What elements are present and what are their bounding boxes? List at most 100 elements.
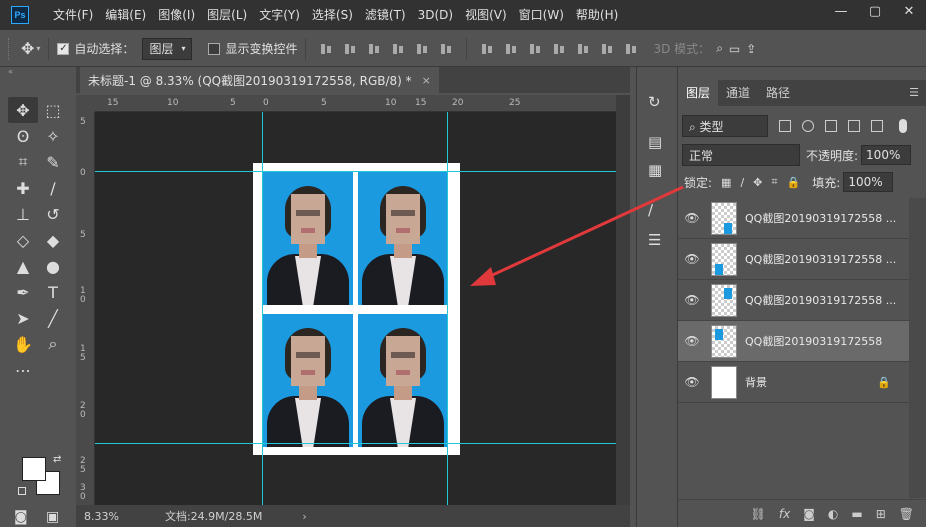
menu-edit[interactable]: 编辑(E) [99, 0, 152, 30]
trash-icon[interactable]: 🗑 [899, 507, 914, 521]
menu-image[interactable]: 图像(I) [152, 0, 201, 30]
menu-window[interactable]: 窗口(W) [513, 0, 570, 30]
magic-wand-tool-icon[interactable]: ✧ [38, 123, 68, 149]
lasso-tool-icon[interactable]: ʘ [8, 123, 38, 149]
lock-image-icon[interactable]: ∕ [740, 176, 744, 189]
menu-select[interactable]: 选择(S) [306, 0, 359, 30]
document-tab[interactable]: 未标题-1 @ 8.33% (QQ截图20190319172558, RGB/8… [80, 67, 439, 93]
layer-filter-dropdown[interactable]: ⌕ 类型 [682, 115, 768, 137]
minimize-button[interactable]: — [824, 0, 858, 22]
workspace-icon[interactable]: ▭ [729, 42, 740, 56]
filter-type-icon[interactable] [825, 120, 837, 132]
show-transform-checkbox[interactable] [208, 42, 221, 55]
eraser-tool-icon[interactable]: ◇ [8, 227, 38, 253]
fx-icon[interactable]: fx [779, 507, 790, 521]
filter-pixel-icon[interactable] [779, 120, 791, 132]
adjustment-icon[interactable]: ◐ [828, 507, 838, 521]
align-right-icon[interactable] [439, 42, 453, 56]
tool-preset-caret-icon[interactable]: ▾ [36, 44, 40, 53]
menu-3d[interactable]: 3D(D) [412, 0, 459, 30]
blend-mode-dropdown[interactable]: 正常 [682, 144, 800, 166]
hand-tool-icon[interactable]: ✋ [8, 331, 38, 357]
options-grip[interactable] [8, 37, 11, 60]
search-icon[interactable]: ⌕ [716, 41, 723, 56]
zoom-level[interactable]: 8.33% [84, 510, 119, 523]
canvas-scrollbar[interactable] [616, 95, 630, 505]
lock-all-icon[interactable]: 🔒 [787, 176, 801, 189]
menu-filter[interactable]: 滤镜(T) [359, 0, 412, 30]
filter-toggle-switch[interactable] [899, 119, 907, 133]
eye-icon[interactable]: 👁 [678, 375, 706, 389]
lock-transparency-icon[interactable]: ▦ [721, 176, 731, 189]
move-tool-icon[interactable]: ✥ [21, 39, 34, 58]
layers-scrollbar[interactable] [909, 198, 926, 498]
distribute-bottom-icon[interactable] [528, 42, 542, 56]
fill-input[interactable]: 100% [843, 172, 894, 192]
layer-row[interactable]: 👁 QQ截图20190319172558 ... [678, 198, 909, 239]
mask-icon[interactable]: ◙ [803, 507, 815, 521]
link-icon[interactable]: ⛓ [751, 507, 766, 521]
close-window-button[interactable]: ✕ [892, 0, 926, 22]
foreground-color-swatch[interactable] [22, 457, 46, 481]
align-bottom-icon[interactable] [367, 42, 381, 56]
zoom-tool-icon[interactable]: ⌕ [38, 331, 68, 357]
layer-row-selected[interactable]: 👁 QQ截图20190319172558 [678, 321, 909, 362]
layer-row[interactable]: 👁 QQ截图20190319172558 ... [678, 239, 909, 280]
menu-layer[interactable]: 图层(L) [201, 0, 253, 30]
panel-menu-icon[interactable]: ☰ [909, 86, 919, 99]
status-menu-arrow-icon[interactable]: › [302, 510, 306, 523]
folder-icon[interactable]: ▬ [851, 507, 862, 521]
filter-smart-object-icon[interactable] [871, 120, 883, 132]
share-icon[interactable]: ⇪ [746, 42, 756, 56]
healing-brush-tool-icon[interactable]: ✚ [8, 175, 38, 201]
guide-horizontal[interactable] [95, 443, 616, 444]
quick-mask-icon[interactable]: ◙ [14, 509, 28, 525]
move-tool-icon[interactable]: ✥ [8, 97, 38, 123]
tab-paths[interactable]: 路径 [758, 80, 798, 106]
vertical-ruler[interactable]: 5 0 5 1 0 1 5 2 0 2 5 3 0 [76, 112, 95, 505]
brush-tool-icon[interactable]: ∕ [38, 175, 68, 201]
tab-layers[interactable]: 图层 [678, 80, 719, 106]
maximize-button[interactable]: ▢ [858, 0, 892, 22]
menu-type[interactable]: 文字(Y) [253, 0, 306, 30]
tab-channels[interactable]: 通道 [718, 80, 758, 106]
document-canvas[interactable] [253, 163, 460, 455]
new-layer-icon[interactable]: ⊞ [876, 507, 886, 521]
filter-shape-icon[interactable] [848, 120, 860, 132]
eyedropper-tool-icon[interactable]: ✎ [38, 149, 68, 175]
pen-tool-icon[interactable]: ✒ [8, 279, 38, 305]
guide-horizontal[interactable] [95, 171, 616, 172]
paint-bucket-tool-icon[interactable]: ◆ [38, 227, 68, 253]
crop-tool-icon[interactable]: ⌗ [8, 149, 38, 175]
distribute-hcenter-icon[interactable] [576, 42, 590, 56]
eye-icon[interactable]: 👁 [678, 334, 706, 348]
properties-icon[interactable]: ▤ [648, 133, 662, 151]
align-left-icon[interactable] [391, 42, 405, 56]
align-hcenter-icon[interactable] [415, 42, 429, 56]
adjustments-icon[interactable]: ☰ [648, 231, 661, 249]
line-tool-icon[interactable]: ╱ [38, 305, 68, 331]
history-brush-tool-icon[interactable]: ↺ [38, 201, 68, 227]
marquee-tool-icon[interactable]: ⬚ [38, 97, 68, 123]
distribute-top-icon[interactable] [480, 42, 494, 56]
auto-select-target-dropdown[interactable]: 图层 ▾ [142, 37, 193, 60]
auto-select-checkbox[interactable]: ✓ [57, 42, 70, 55]
menu-help[interactable]: 帮助(H) [570, 0, 624, 30]
clone-stamp-tool-icon[interactable]: ⊥ [8, 201, 38, 227]
swap-colors-icon[interactable]: ⇄ [53, 454, 61, 465]
eye-icon[interactable]: 👁 [678, 252, 706, 266]
distribute-right-icon[interactable] [600, 42, 614, 56]
type-tool-icon[interactable]: T [38, 279, 68, 305]
auto-align-icon[interactable] [624, 42, 638, 56]
opacity-input[interactable]: 100% [861, 145, 912, 165]
menu-view[interactable]: 视图(V) [459, 0, 513, 30]
menu-file[interactable]: 文件(F) [47, 0, 99, 30]
ruler-corner[interactable] [76, 95, 95, 112]
eye-icon[interactable]: 👁 [678, 211, 706, 225]
distribute-vcenter-icon[interactable] [504, 42, 518, 56]
layer-row[interactable]: 👁 QQ截图20190319172558 ... [678, 280, 909, 321]
filter-adjustment-icon[interactable] [802, 120, 814, 132]
lock-artboard-icon[interactable]: ⌗ [771, 175, 777, 189]
close-tab-icon[interactable]: × [422, 74, 431, 87]
align-top-icon[interactable] [319, 42, 333, 56]
